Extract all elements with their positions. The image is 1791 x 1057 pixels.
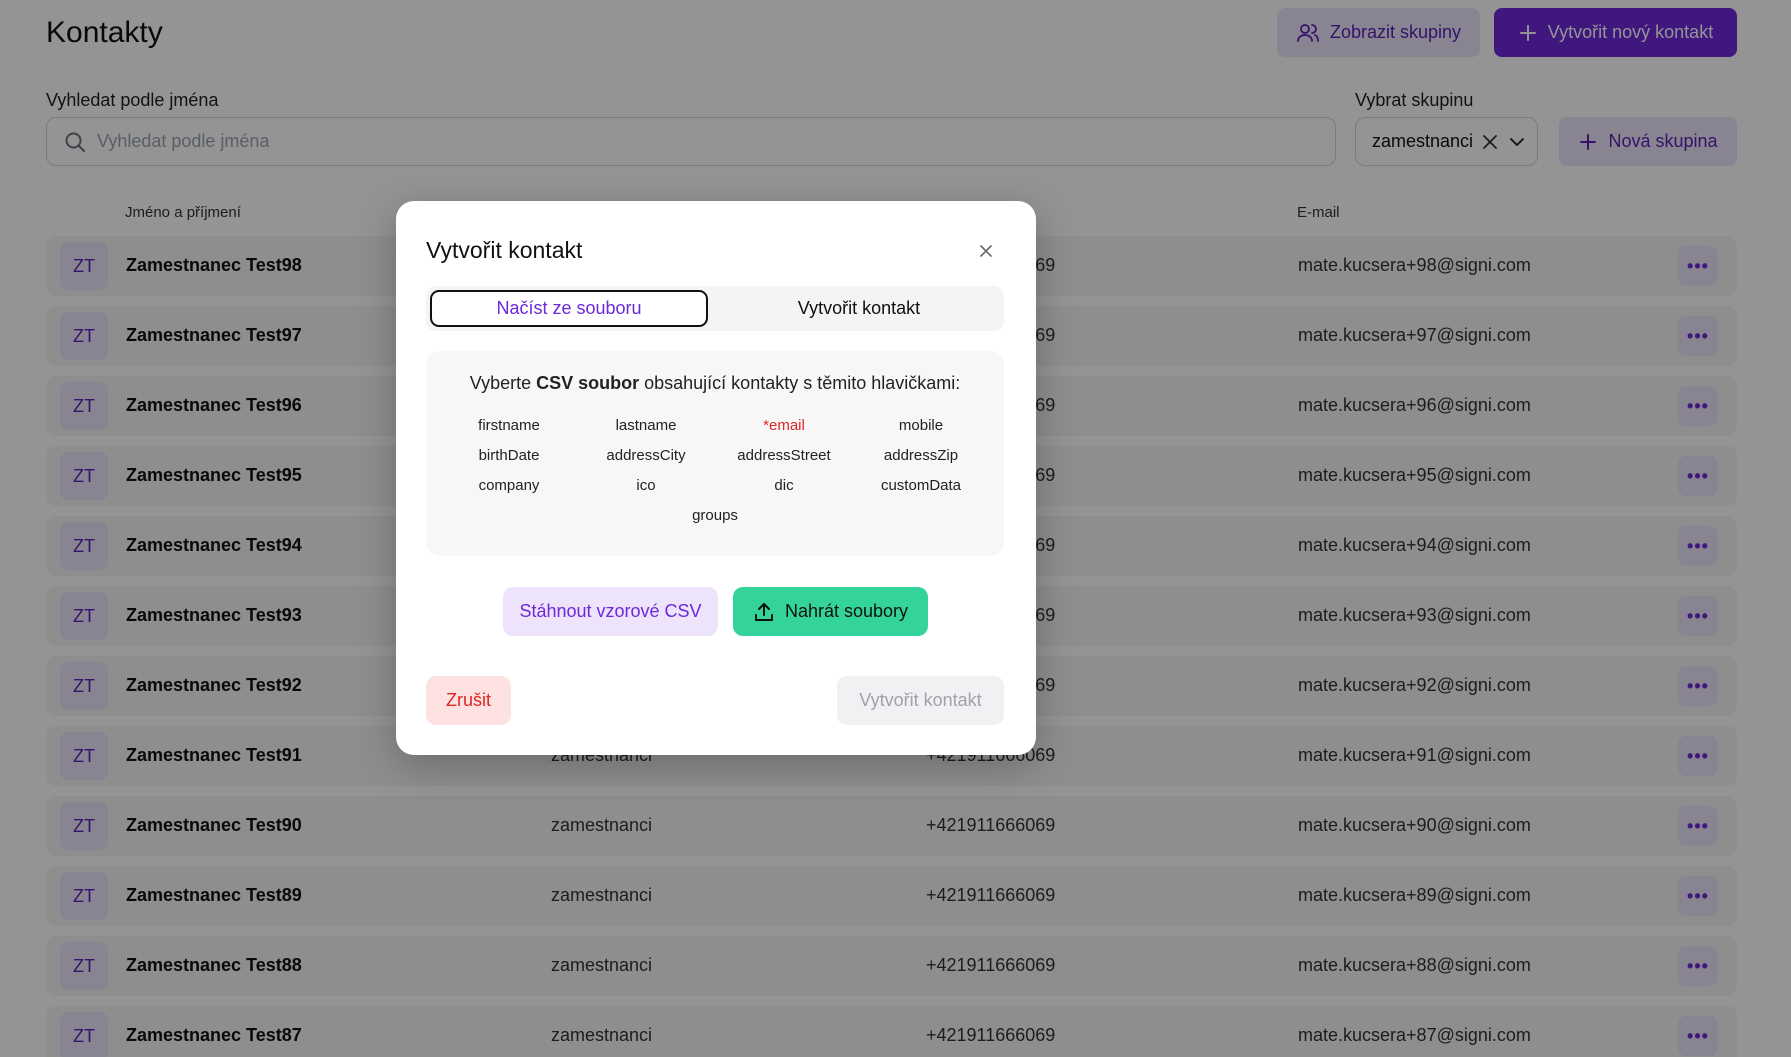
csv-header-company: company — [478, 477, 540, 494]
upload-icon — [753, 601, 775, 623]
csv-instructions: Vyberte CSV soubor obsahující kontakty s… — [469, 373, 961, 393]
modal-tabs: Načíst ze souboru Vytvořit kontakt — [426, 286, 1004, 331]
csv-header-addressStreet: addressStreet — [737, 447, 831, 464]
csv-header-ico: ico — [636, 477, 656, 494]
csv-header-lastname: lastname — [615, 417, 677, 434]
csv-header-addressCity: addressCity — [606, 447, 686, 464]
csv-header-firstname: firstname — [478, 417, 540, 434]
csv-header-customData: customData — [880, 477, 962, 494]
csv-file-label: CSV soubor — [536, 373, 640, 393]
tab-create-contact[interactable]: Vytvořit kontakt — [718, 290, 1000, 327]
csv-header-birthDate: birthDate — [478, 447, 540, 464]
csv-header-email: *email — [763, 417, 805, 434]
download-sample-csv-button[interactable]: Stáhnout vzorové CSV — [503, 587, 718, 636]
upload-files-button[interactable]: Nahrát soubory — [733, 587, 928, 636]
contacts-page: Kontakty Zobrazit skupiny Vytvořit nový … — [0, 0, 1791, 1057]
close-icon[interactable] — [974, 239, 998, 263]
csv-info-box: Vyberte CSV soubor obsahující kontakty s… — [426, 351, 1004, 556]
create-contact-button[interactable]: Vytvořit kontakt — [837, 676, 1004, 725]
upload-files-label: Nahrát soubory — [784, 601, 909, 621]
csv-header-mobile: mobile — [898, 417, 944, 434]
csv-header-addressZip: addressZip — [883, 447, 959, 464]
tab-load-from-file[interactable]: Načíst ze souboru — [430, 290, 708, 327]
cancel-button[interactable]: Zrušit — [426, 676, 511, 725]
create-contact-modal: Vytvořit kontakt Načíst ze souboru Vytvo… — [396, 201, 1036, 755]
modal-title: Vytvořit kontakt — [426, 237, 583, 263]
csv-header-dic: dic — [774, 477, 794, 494]
csv-header-groups: groups — [692, 507, 738, 524]
